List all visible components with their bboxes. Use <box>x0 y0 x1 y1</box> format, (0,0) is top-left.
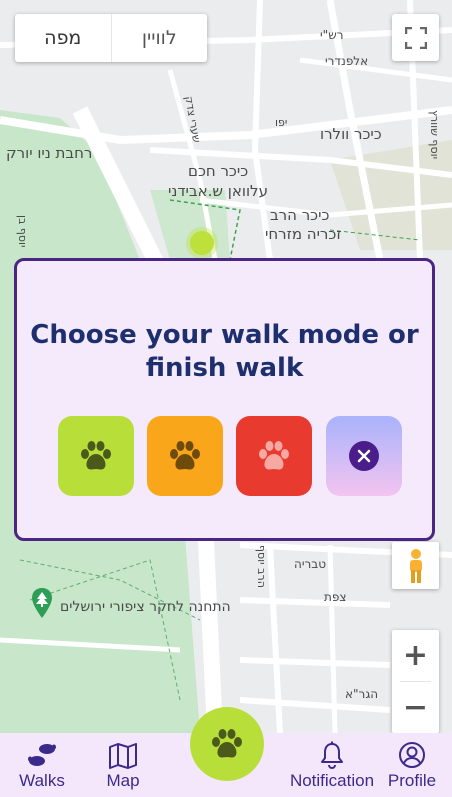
map-label-yafo: יפו <box>275 116 288 129</box>
map-type-satellite-button[interactable]: לוויין <box>110 14 208 62</box>
nav-walks-label: Walks <box>19 771 65 790</box>
nav-notification-label: Notification <box>289 771 375 790</box>
walk-mode-orange-button[interactable] <box>147 416 223 496</box>
paw-icon <box>259 441 289 470</box>
map-label-alfandari: אלפנדרי <box>325 54 369 68</box>
fullscreen-button[interactable] <box>392 14 439 61</box>
paw-icon <box>212 729 242 758</box>
map-label-harav-square: כיכר הרב <box>270 206 330 224</box>
current-location-marker <box>190 231 214 255</box>
map-label-hagra: הגר"א <box>345 687 379 701</box>
map-type-control: מפה לוויין <box>15 14 207 62</box>
zoom-in-button[interactable]: + <box>392 630 439 681</box>
start-walk-fab[interactable] <box>190 707 264 781</box>
map-label-yosef-shvarts: יוסף שוורץ <box>428 110 441 160</box>
walk-mode-dialog-title: Choose your walk mode or finish walk <box>30 320 419 383</box>
street-view-pegman-button[interactable] <box>392 542 439 589</box>
map-label-yosef-ben: יוסף בן <box>16 215 29 248</box>
zoom-out-button[interactable]: − <box>392 682 439 733</box>
map-label-hacham-square: כיכר חכם <box>188 162 249 180</box>
nav-map[interactable]: Map <box>98 733 148 797</box>
map-type-map-button[interactable]: מפה <box>15 14 111 62</box>
nav-profile-label: Profile <box>387 771 437 790</box>
finish-walk-button[interactable] <box>326 416 402 496</box>
map-icon <box>109 743 137 769</box>
nav-profile[interactable]: Profile <box>383 733 441 797</box>
map-label-ny-square: רחבת ניו יורק <box>6 144 93 162</box>
walk-mode-green-button[interactable] <box>58 416 134 496</box>
user-circle-icon <box>399 742 425 768</box>
paw-icon <box>170 441 200 470</box>
walk-mode-red-button[interactable] <box>236 416 312 496</box>
nav-notification[interactable]: Notification <box>280 733 384 797</box>
fullscreen-icon <box>404 26 427 49</box>
paw-icon <box>81 441 111 470</box>
map-label-tveria: טבריה <box>294 557 327 571</box>
pegman-icon <box>409 548 422 583</box>
footprints-icon <box>28 744 56 766</box>
map-label-avidani: עלוואן ש.אבידני <box>168 182 268 200</box>
nav-walks[interactable]: Walks <box>12 733 72 797</box>
zoom-control: + − <box>392 630 439 733</box>
map-label-rashi: רש"י <box>320 28 344 42</box>
park-pin-icon[interactable] <box>32 588 52 618</box>
bell-icon <box>321 741 343 769</box>
walk-mode-dialog: Choose your walk mode or finish walk <box>14 258 435 541</box>
map-label-volero-square: כיכר וולרו <box>320 125 382 143</box>
close-circle-icon <box>349 441 379 471</box>
map-label-harav-yosef: הרב יוסף <box>255 545 268 588</box>
map-label-tsfat: צפת <box>324 590 347 604</box>
map-label-zecharia: זכריה מזרחי <box>265 225 342 243</box>
nav-map-label: Map <box>106 771 140 790</box>
map-label-bird-station: התחנה לחקר ציפורי ירושלים <box>60 599 231 615</box>
